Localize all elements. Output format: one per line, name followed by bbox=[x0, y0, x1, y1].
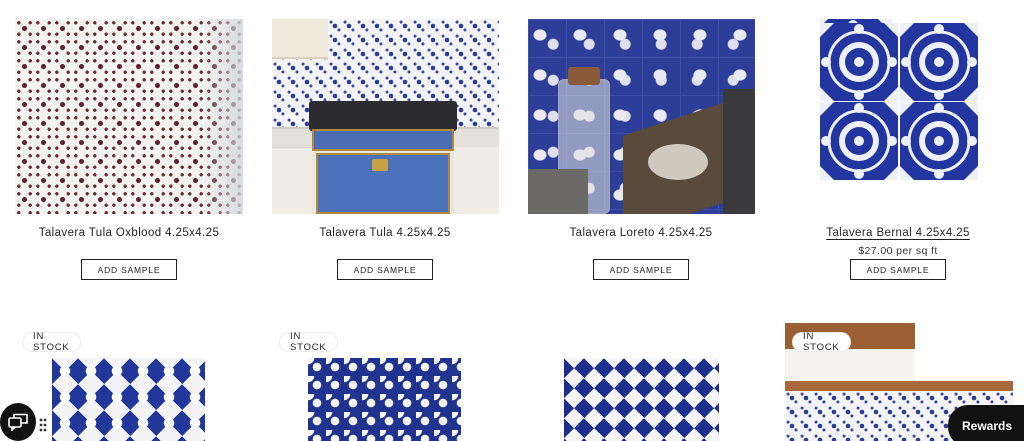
in-stock-badge: IN STOCK bbox=[23, 331, 80, 353]
product-image[interactable] bbox=[272, 19, 499, 214]
product-image[interactable] bbox=[564, 358, 719, 441]
product-title[interactable]: Talavera Tula Oxblood 4.25x4.25 bbox=[1, 227, 257, 239]
chat-bubbles-icon bbox=[8, 413, 28, 431]
product-image[interactable] bbox=[15, 19, 243, 214]
drag-handle-icon[interactable] bbox=[39, 418, 47, 434]
product-price: $27.00 per sq ft bbox=[858, 245, 938, 257]
product-title[interactable]: Talavera Bernal 4.25x4.25 bbox=[770, 227, 1024, 239]
add-sample-button[interactable]: ADD SAMPLE bbox=[337, 259, 433, 280]
product-image[interactable] bbox=[814, 19, 982, 184]
in-stock-badge: IN STOCK bbox=[280, 331, 337, 353]
rewards-button[interactable]: Rewards bbox=[948, 405, 1024, 441]
add-sample-button[interactable]: ADD SAMPLE bbox=[850, 259, 946, 280]
product-image[interactable] bbox=[528, 19, 755, 214]
in-stock-badge: IN STOCK bbox=[793, 331, 850, 353]
bernal-tile-illustration bbox=[814, 19, 980, 184]
add-sample-button[interactable]: ADD SAMPLE bbox=[593, 259, 689, 280]
product-image[interactable] bbox=[308, 358, 461, 441]
add-sample-button[interactable]: ADD SAMPLE bbox=[81, 259, 177, 280]
product-image[interactable] bbox=[52, 358, 205, 441]
product-title[interactable]: Talavera Loreto 4.25x4.25 bbox=[513, 227, 769, 239]
chat-button[interactable] bbox=[0, 403, 36, 441]
product-grid: Talavera Tula Oxblood 4.25x4.25 ADD SAMP… bbox=[0, 0, 1024, 441]
product-title[interactable]: Talavera Tula 4.25x4.25 bbox=[257, 227, 513, 239]
